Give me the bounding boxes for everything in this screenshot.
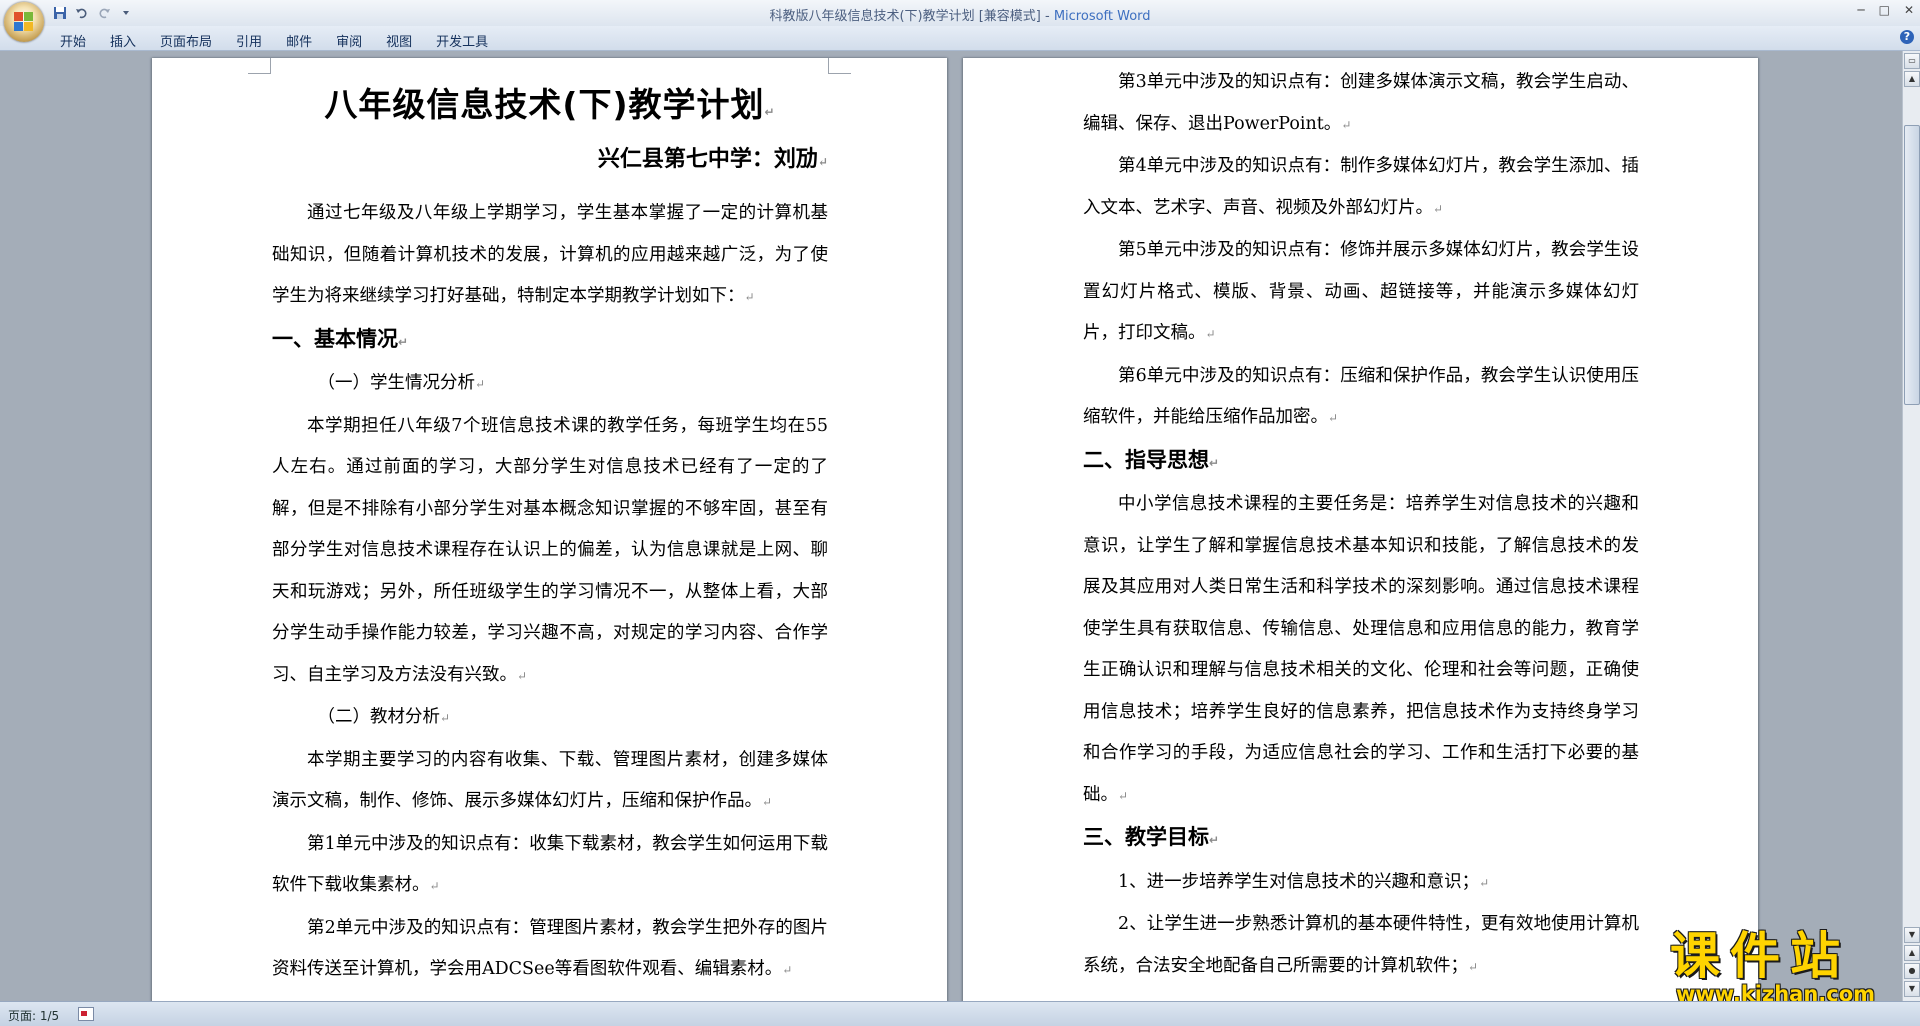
maximize-button[interactable]: □ (1879, 3, 1890, 17)
paragraph-mark: ↵ (475, 377, 486, 391)
author-line: 兴仁县第七中学：刘劢↵ (597, 146, 828, 172)
paragraph-mark: ↵ (817, 155, 828, 169)
ribbon-tabs: 开始 插入 页面布局 引用 邮件 审阅 视图 开发工具 (48, 29, 500, 52)
paragraph-mark: ↵ (762, 795, 773, 809)
tab-view[interactable]: 视图 (374, 29, 424, 52)
proofing-icon[interactable] (78, 1007, 94, 1021)
material-paragraph: 本学期主要学习的内容有收集、下载、管理图片素材，创建多媒体演示文稿，制作、修饰、… (272, 749, 828, 812)
tab-references[interactable]: 引用 (224, 29, 274, 52)
tab-insert[interactable]: 插入 (98, 29, 148, 52)
unit4-paragraph: 第4单元中涉及的知识点有：制作多媒体幻灯片，教会学生添加、插入文本、艺术字、声音… (1083, 156, 1639, 218)
help-icon[interactable]: ? (1900, 30, 1914, 44)
margin-corner-mark (248, 58, 271, 74)
paragraph-mark: ↵ (398, 334, 409, 349)
paragraph-mark: ↵ (1118, 788, 1129, 803)
paragraph-mark: ↵ (429, 879, 440, 893)
app-name: Microsoft Word (1053, 9, 1151, 24)
unit2-paragraph: 第2单元中涉及的知识点有：管理图片素材，教会学生把外存的图片资料传送至计算机，学… (272, 917, 828, 980)
ribbon: 开始 插入 页面布局 引用 邮件 审阅 视图 开发工具 ? (0, 26, 1920, 51)
browse-object-icon[interactable]: ● (1904, 963, 1920, 979)
students-paragraph: 本学期担任八年级7个班信息技术课的教学任务，每班学生均在55人左右。通过前面的学… (272, 415, 828, 685)
page-1-content: 八年级信息技术(下)教学计划↵ 兴仁县第七中学：刘劢↵ 通过七年级及八年级上学期… (272, 80, 828, 992)
scroll-up-icon[interactable]: ▲ (1904, 71, 1920, 87)
close-button[interactable]: ✕ (1904, 3, 1914, 17)
tab-review[interactable]: 审阅 (324, 29, 374, 52)
paragraph-mark: ↵ (517, 668, 528, 683)
paragraph-mark: ↵ (744, 290, 755, 304)
unit5-paragraph: 第5单元中涉及的知识点有：修饰并展示多媒体幻灯片，教会学生设置幻灯片格式、模版、… (1083, 240, 1639, 343)
paragraph-mark: ↵ (782, 963, 793, 977)
section-heading-goals: 三、教学目标↵ (1083, 825, 1220, 849)
document-heading: 八年级信息技术(下)教学计划↵ (324, 85, 776, 124)
section-heading-guide: 二、指导思想↵ (1083, 447, 1220, 472)
office-button[interactable] (4, 2, 44, 42)
paragraph-mark: ↵ (764, 105, 776, 119)
tab-page-layout[interactable]: 页面布局 (148, 29, 224, 52)
paragraph-mark: ↵ (1209, 833, 1220, 847)
guide-paragraph: 中小学信息技术课程的主要任务是：培养学生对信息技术的兴趣和意识，让学生了解和掌握… (1083, 494, 1639, 805)
minimize-button[interactable]: ─ (1857, 3, 1864, 17)
tab-mailings[interactable]: 邮件 (274, 29, 324, 52)
next-page-icon[interactable]: ▼ (1904, 981, 1920, 997)
page-2-content: 第3单元中涉及的知识点有：创建多媒体演示文稿，教会学生启动、编辑、保存、退出Po… (1083, 62, 1639, 988)
window-title: 科教版八年级信息技术(下)教学计划 [兼容模式] - Microsoft Wor… (0, 5, 1920, 24)
unit1-paragraph: 第1单元中涉及的知识点有：收集下载素材，教会学生如何运用下载软件下载收集素材。↵ (272, 833, 828, 896)
subheading-students: （一）学生情况分析↵ (317, 373, 486, 393)
goal-1: 1、进一步培养学生对信息技术的兴趣和意识；↵ (1118, 871, 1490, 892)
paragraph-mark: ↵ (1468, 959, 1479, 974)
tab-home[interactable]: 开始 (48, 29, 98, 52)
paragraph-mark: ↵ (1205, 327, 1216, 341)
paragraph-mark: ↵ (440, 711, 451, 725)
paragraph-mark: ↵ (1479, 875, 1490, 890)
page-1[interactable]: 八年级信息技术(下)教学计划↵ 兴仁县第七中学：刘劢↵ 通过七年级及八年级上学期… (152, 58, 947, 1001)
paragraph-mark: ↵ (1209, 455, 1220, 470)
office-logo-icon (14, 12, 34, 32)
paragraph-mark: ↵ (1341, 117, 1352, 132)
previous-page-icon[interactable]: ▲ (1904, 945, 1920, 961)
section-heading-basic: 一、基本情况↵ (272, 326, 409, 351)
document-title: 科教版八年级信息技术(下)教学计划 [兼容模式] - (769, 9, 1054, 24)
watermark-logo: 课件站 www.kjzhan.com (1670, 927, 1905, 1005)
subheading-material: （二）教材分析↵ (317, 707, 451, 727)
document-area[interactable]: 八年级信息技术(下)教学计划↵ 兴仁县第七中学：刘劢↵ 通过七年级及八年级上学期… (0, 51, 1902, 1001)
watermark-title: 课件站 (1670, 927, 1850, 985)
margin-corner-mark (828, 58, 851, 74)
intro-paragraph: 通过七年级及八年级上学期学习，学生基本掌握了一定的计算机基础知识，但随着计算机技… (272, 203, 828, 306)
page-2[interactable]: 第3单元中涉及的知识点有：创建多媒体演示文稿，教会学生启动、编辑、保存、退出Po… (963, 58, 1758, 1001)
status-bar: 页面: 1/5 (0, 1001, 1920, 1026)
paragraph-mark: ↵ (1328, 411, 1339, 425)
scroll-down-icon[interactable]: ▼ (1904, 927, 1920, 943)
unit3-paragraph: 第3单元中涉及的知识点有：创建多媒体演示文稿，教会学生启动、编辑、保存、退出Po… (1083, 72, 1639, 134)
vertical-scrollbar[interactable]: ▭ ▲ ▼ ▲ ● ▼ (1902, 51, 1920, 1001)
page-count-status[interactable]: 页面: 1/5 (8, 1007, 59, 1024)
goal-2: 2、让学生进一步熟悉计算机的基本硬件特性，更有效地使用计算机系统，合法安全地配备… (1083, 914, 1639, 976)
unit6-paragraph: 第6单元中涉及的知识点有：压缩和保护作品，教会学生认识使用压缩软件，并能给压缩作… (1083, 365, 1639, 428)
window-controls: ─ □ ✕ (1857, 3, 1914, 17)
paragraph-mark: ↵ (1433, 201, 1444, 216)
tab-developer[interactable]: 开发工具 (424, 29, 500, 52)
ruler-toggle-icon[interactable]: ▭ (1904, 53, 1920, 69)
scroll-thumb[interactable] (1904, 125, 1920, 405)
title-bar: 科教版八年级信息技术(下)教学计划 [兼容模式] - Microsoft Wor… (0, 0, 1920, 26)
